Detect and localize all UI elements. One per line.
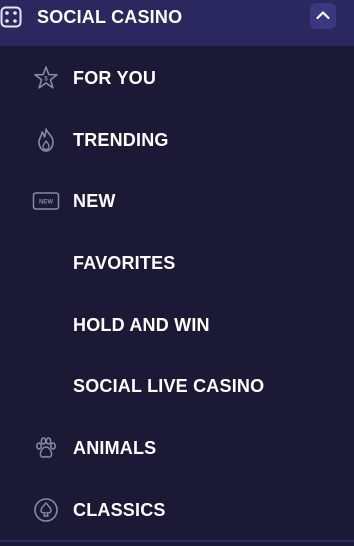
dice-icon: [0, 6, 22, 28]
menu-item-hold-and-win[interactable]: HOLD AND WIN: [0, 305, 354, 345]
menu-item-new[interactable]: NEW NEW: [0, 181, 354, 221]
bottom-divider: [0, 540, 354, 542]
menu-item-for-you[interactable]: $ FOR YOU: [0, 58, 354, 98]
social-casino-menu: SOCIAL CASINO $ FOR YOU TRENDING NEW NEW…: [0, 0, 354, 546]
menu-header-title: SOCIAL CASINO: [37, 7, 183, 27]
collapse-button[interactable]: [310, 3, 336, 29]
new-badge-icon: NEW: [32, 188, 60, 214]
menu-item-social-live-casino[interactable]: SOCIAL LIVE CASINO: [0, 366, 354, 406]
new-badge-text: NEW: [39, 200, 53, 206]
menu-item-label: HOLD AND WIN: [73, 315, 210, 335]
menu-item-label: FAVORITES: [73, 253, 176, 273]
menu-item-animals[interactable]: ANIMALS: [0, 428, 354, 468]
menu-item-favorites[interactable]: FAVORITES: [0, 243, 354, 283]
svg-text:$: $: [44, 77, 48, 83]
menu-item-classics[interactable]: CLASSICS: [0, 490, 354, 530]
menu-item-trending[interactable]: TRENDING: [0, 120, 354, 160]
menu-item-label: ANIMALS: [73, 438, 157, 458]
flame-icon: [33, 127, 59, 153]
menu-item-label: FOR YOU: [73, 68, 157, 88]
menu-item-label: NEW: [73, 191, 116, 211]
star-icon: $: [33, 65, 59, 91]
spade-icon: [33, 497, 59, 523]
chevron-up-icon: [316, 7, 330, 25]
paw-icon: [33, 435, 59, 461]
menu-header[interactable]: SOCIAL CASINO: [0, 0, 354, 46]
menu-item-label: TRENDING: [73, 130, 169, 150]
menu-item-label: SOCIAL LIVE CASINO: [73, 376, 265, 396]
menu-item-label: CLASSICS: [73, 500, 166, 520]
